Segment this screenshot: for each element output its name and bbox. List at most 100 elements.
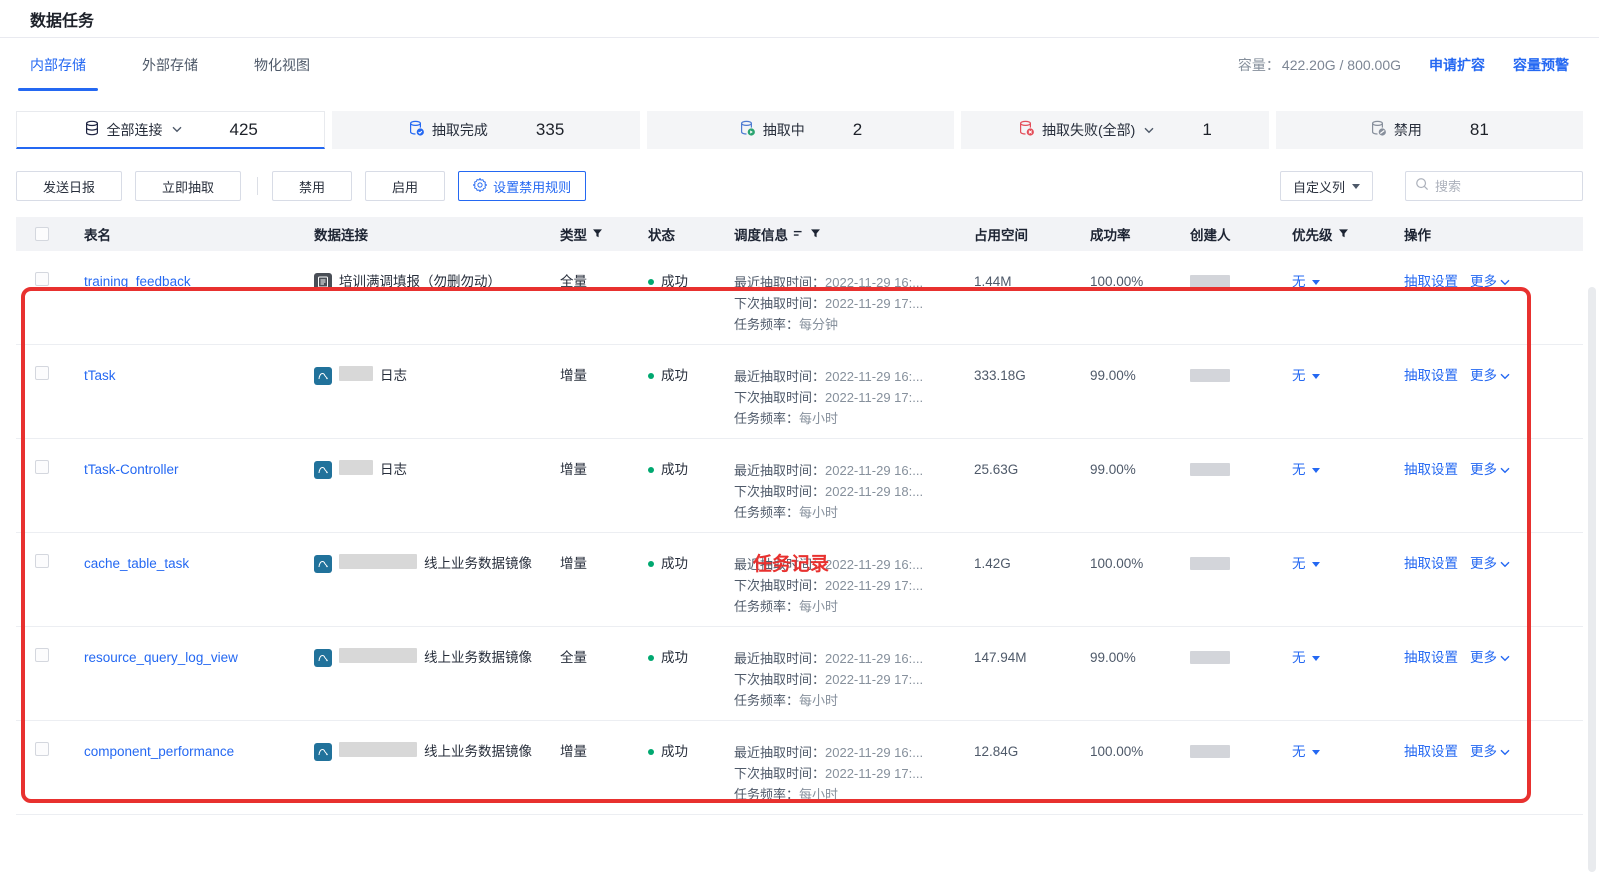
table-name-link[interactable]: component_performance: [84, 744, 234, 759]
row-checkbox[interactable]: [35, 366, 49, 380]
search-input[interactable]: [1435, 179, 1573, 194]
size-cell: 25.63G: [958, 439, 1072, 532]
capacity-alert-link[interactable]: 容量预警: [1513, 55, 1569, 75]
filter-icon[interactable]: [810, 227, 821, 242]
type-cell: 全量: [542, 627, 632, 720]
caret-down-icon: [1352, 184, 1360, 189]
size-cell: 12.84G: [958, 721, 1072, 814]
filter-icon[interactable]: [1338, 227, 1349, 242]
redacted-text: [339, 460, 373, 475]
chevron-down-icon: [1500, 561, 1510, 568]
scrollbar[interactable]: [1588, 287, 1596, 872]
row-checkbox[interactable]: [35, 554, 49, 568]
chevron-down-icon: [1144, 127, 1154, 134]
extract-settings-link[interactable]: 抽取设置: [1404, 366, 1458, 386]
database-icon: [84, 120, 100, 139]
more-dropdown[interactable]: 更多: [1470, 366, 1510, 386]
stat-label: 抽取失败(全部): [1042, 120, 1135, 140]
chevron-down-icon: [1500, 279, 1510, 286]
extract-settings-link[interactable]: 抽取设置: [1404, 460, 1458, 480]
extract-settings-link[interactable]: 抽取设置: [1404, 554, 1458, 574]
size-cell: 147.94M: [958, 627, 1072, 720]
stat-card-extract-failed[interactable]: 抽取失败(全部) 1: [961, 111, 1268, 149]
extract-settings-link[interactable]: 抽取设置: [1404, 742, 1458, 762]
schedule-cell: 最近抽取时间：2022-11-29 16:... 下次抽取时间：2022-11-…: [718, 721, 958, 814]
column-header-connection: 数据连接: [298, 224, 542, 244]
more-dropdown[interactable]: 更多: [1470, 648, 1510, 668]
table-name-link[interactable]: tTask-Controller: [84, 462, 179, 477]
extract-now-button[interactable]: 立即抽取: [135, 171, 241, 201]
tab-materialized-view[interactable]: 物化视图: [254, 38, 310, 91]
stat-value: 1: [1202, 120, 1211, 140]
tab-external-storage[interactable]: 外部存储: [142, 38, 198, 91]
table-header: 表名 数据连接 类型 状态 调度信息 占用空间 成功率 创建人 优先级 操作: [16, 217, 1583, 251]
chevron-down-icon: [1500, 655, 1510, 662]
status-label: 成功: [661, 742, 688, 762]
stat-card-extract-done[interactable]: 抽取完成 335: [332, 111, 639, 149]
row-checkbox[interactable]: [35, 460, 49, 474]
caret-down-icon: [1312, 374, 1320, 379]
priority-dropdown[interactable]: 无: [1292, 272, 1320, 292]
connection-label: 培训满调填报（勿删勿动）: [339, 272, 501, 292]
stat-card-extracting[interactable]: 抽取中 2: [647, 111, 954, 149]
more-dropdown[interactable]: 更多: [1470, 272, 1510, 292]
extract-failed-icon: [1018, 120, 1035, 140]
gear-icon: [473, 178, 487, 195]
size-cell: 1.42G: [958, 533, 1072, 626]
stat-card-disabled[interactable]: 禁用 81: [1276, 111, 1583, 149]
priority-dropdown[interactable]: 无: [1292, 648, 1320, 668]
enable-button[interactable]: 启用: [365, 171, 445, 201]
more-dropdown[interactable]: 更多: [1470, 460, 1510, 480]
priority-dropdown[interactable]: 无: [1292, 460, 1320, 480]
caret-down-icon: [1312, 280, 1320, 285]
page-header: 数据任务: [0, 0, 1599, 38]
schedule-cell: 最近抽取时间：2022-11-29 16:... 下次抽取时间：2022-11-…: [718, 439, 958, 532]
creator-redacted: [1190, 557, 1230, 570]
select-all-checkbox[interactable]: [35, 227, 49, 241]
more-dropdown[interactable]: 更多: [1470, 742, 1510, 762]
data-table: 表名 数据连接 类型 状态 调度信息 占用空间 成功率 创建人 优先级 操作: [16, 217, 1583, 815]
page-title: 数据任务: [30, 7, 94, 31]
rate-cell: 99.00%: [1072, 627, 1172, 720]
column-header-schedule: 调度信息: [718, 224, 958, 244]
chevron-down-icon: [1500, 749, 1510, 756]
column-header-status: 状态: [632, 224, 718, 244]
column-header-size: 占用空间: [958, 224, 1072, 244]
disabled-icon: [1370, 120, 1387, 140]
extract-settings-link[interactable]: 抽取设置: [1404, 272, 1458, 292]
filter-icon[interactable]: [592, 227, 603, 242]
priority-dropdown[interactable]: 无: [1292, 366, 1320, 386]
priority-dropdown[interactable]: 无: [1292, 742, 1320, 762]
mysql-icon: [314, 367, 332, 385]
table-name-link[interactable]: training_feedback: [84, 274, 191, 289]
extracting-icon: [739, 120, 756, 140]
extract-done-icon: [408, 120, 425, 140]
tab-internal-storage[interactable]: 内部存储: [30, 38, 86, 91]
redacted-text: [339, 648, 417, 663]
more-dropdown[interactable]: 更多: [1470, 554, 1510, 574]
priority-dropdown[interactable]: 无: [1292, 554, 1320, 574]
toolbar-divider: [257, 177, 258, 195]
row-checkbox[interactable]: [35, 272, 49, 286]
sort-icon[interactable]: [793, 227, 805, 242]
table-row: tTask 日志 增量 成功 最近抽取时间：2022-11-29 16:... …: [16, 345, 1583, 439]
send-daily-report-button[interactable]: 发送日报: [16, 171, 122, 201]
stat-card-all-connections[interactable]: 全部连接 425: [16, 111, 325, 149]
request-expand-link[interactable]: 申请扩容: [1429, 55, 1485, 75]
status-label: 成功: [661, 554, 688, 574]
row-checkbox[interactable]: [35, 648, 49, 662]
extract-settings-link[interactable]: 抽取设置: [1404, 648, 1458, 668]
table-name-link[interactable]: resource_query_log_view: [84, 650, 238, 665]
type-cell: 增量: [542, 721, 632, 814]
customize-columns-button[interactable]: 自定义列: [1280, 171, 1373, 201]
stat-label: 抽取中: [763, 120, 805, 140]
table-name-link[interactable]: tTask: [84, 368, 116, 383]
disable-button[interactable]: 禁用: [272, 171, 352, 201]
row-checkbox[interactable]: [35, 742, 49, 756]
set-disable-rules-button[interactable]: 设置禁用规则: [458, 171, 586, 201]
capacity-value: 422.20G / 800.00G: [1282, 57, 1401, 73]
table-name-link[interactable]: cache_table_task: [84, 556, 189, 571]
status-dot: [648, 655, 654, 661]
status-label: 成功: [661, 648, 688, 668]
schedule-cell: 最近抽取时间：2022-11-29 16:... 下次抽取时间：2022-11-…: [718, 345, 958, 438]
